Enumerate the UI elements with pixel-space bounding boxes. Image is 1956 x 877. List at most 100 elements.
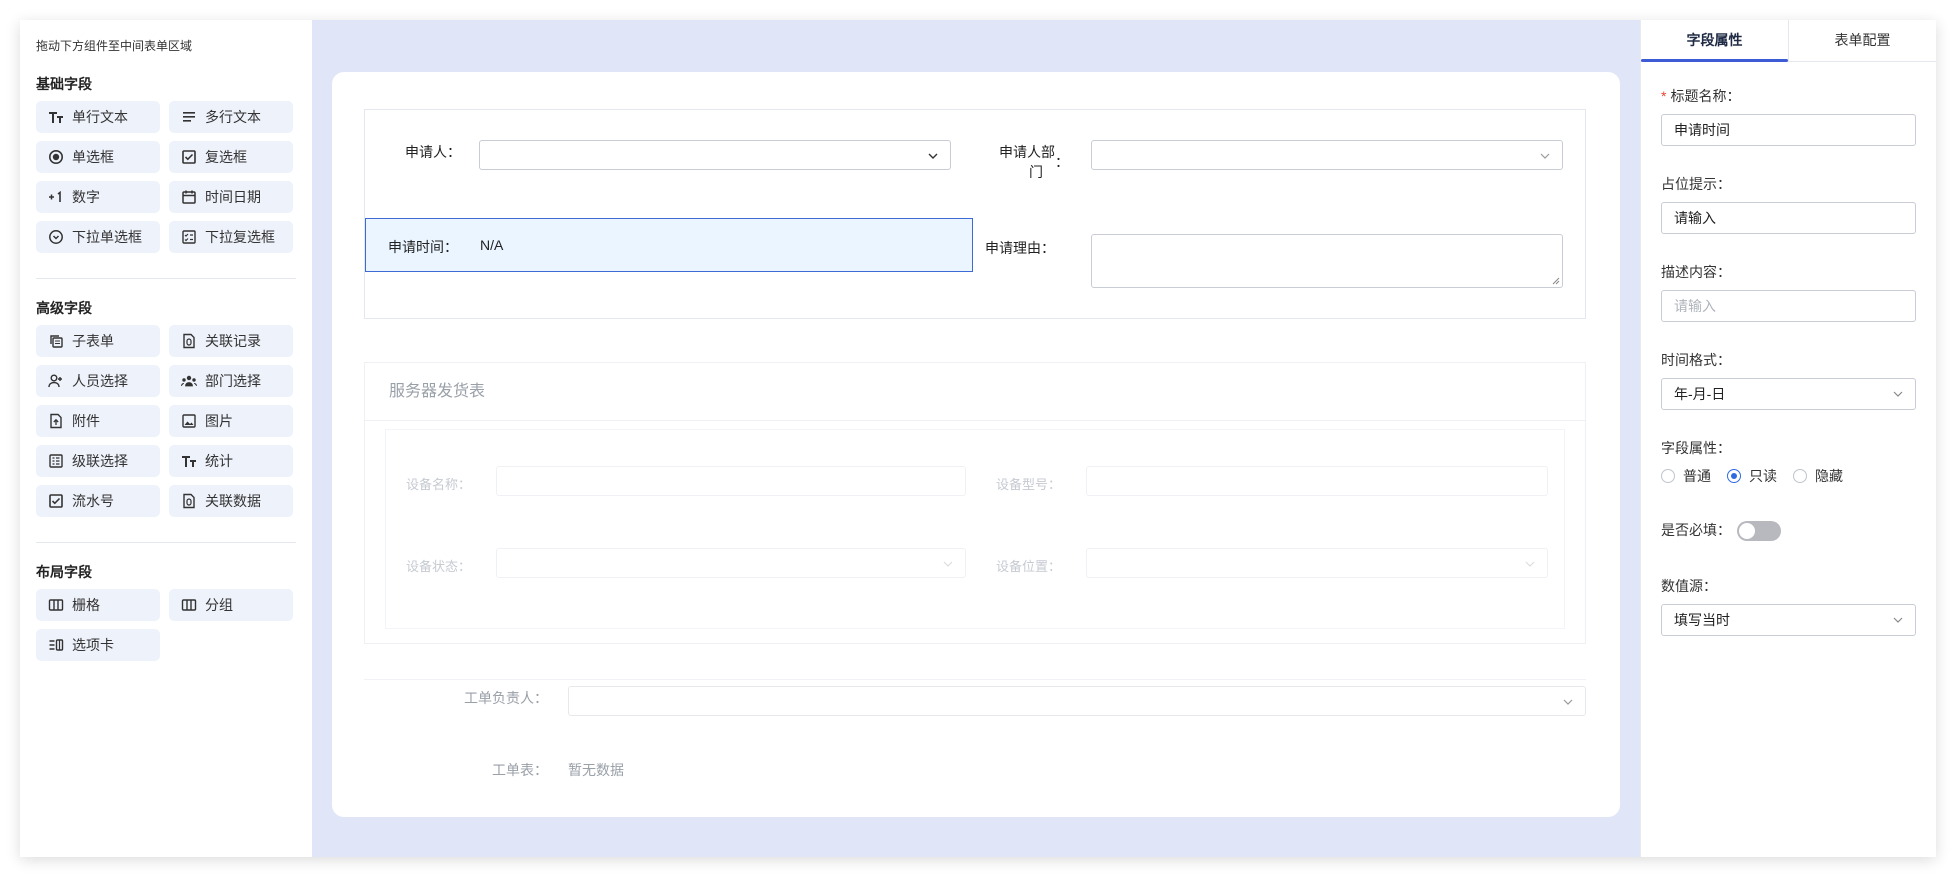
palette-hint: 拖动下方组件至中间表单区域 bbox=[36, 39, 193, 53]
palette-item-linked-record[interactable]: 关联记录 bbox=[169, 325, 293, 357]
device-location-select[interactable] bbox=[1086, 548, 1548, 578]
title-name-input[interactable]: 申请时间 bbox=[1661, 114, 1916, 146]
palette-item-dropdown-single[interactable]: 下拉单选框 bbox=[36, 221, 160, 253]
palette-item-radio[interactable]: 单选框 bbox=[36, 141, 160, 173]
palette-item-label: 单行文本 bbox=[72, 109, 128, 125]
palette-item-attachment[interactable]: 附件 bbox=[36, 405, 160, 437]
applicant-select[interactable] bbox=[479, 140, 951, 170]
placeholder-input[interactable]: 请输入 bbox=[1661, 202, 1916, 234]
palette-item-checkbox[interactable]: 复选框 bbox=[169, 141, 293, 173]
chevron-down-icon bbox=[1893, 391, 1903, 397]
basic-fields-grid: 单行文本 多行文本 单选框 复选框 数字 时间日期 下拉单选框 下拉复选框 bbox=[36, 101, 296, 253]
radio-label: 隐藏 bbox=[1815, 468, 1843, 484]
palette-item-linked-data[interactable]: 关联数据 bbox=[169, 485, 293, 517]
palette-item-label: 复选框 bbox=[205, 149, 247, 165]
value-source-label: 数值源： bbox=[1661, 578, 1717, 594]
required-asterisk: * bbox=[1661, 88, 1667, 104]
radio-dot-icon bbox=[48, 149, 64, 165]
palette-item-group[interactable]: 分组 bbox=[169, 589, 293, 621]
owner-select[interactable] bbox=[568, 686, 1586, 716]
description-input[interactable]: 请输入 bbox=[1661, 290, 1916, 322]
value-source-select[interactable]: 填写当时 bbox=[1661, 604, 1916, 636]
group-title-advanced: 高级字段 bbox=[36, 300, 92, 316]
value-source-value: 填写当时 bbox=[1674, 612, 1730, 628]
palette-item-label: 人员选择 bbox=[72, 373, 128, 389]
radio-normal[interactable]: 普通 bbox=[1661, 466, 1711, 486]
layout-fields-grid: 栅格 分组 选项卡 bbox=[36, 589, 296, 661]
radio-readonly[interactable]: 只读 bbox=[1727, 466, 1777, 486]
radio-hidden[interactable]: 隐藏 bbox=[1793, 466, 1843, 486]
subform-block[interactable]: 服务器发货表 设备名称： 设备型号： 设备状态： 设备位置： bbox=[364, 362, 1586, 644]
palette-item-label: 栅格 bbox=[72, 597, 100, 613]
device-name-input[interactable] bbox=[496, 466, 966, 496]
grid-row-block[interactable]: 申请人： 申请人部 门 ： 申请时间： N/A 申请理由： bbox=[364, 109, 1586, 319]
radio-circle bbox=[1793, 469, 1807, 483]
palette-item-label: 附件 bbox=[72, 413, 100, 429]
required-row: 是否必填： bbox=[1661, 520, 1916, 542]
department-label: 申请人部 门 bbox=[973, 142, 1055, 182]
palette-item-label: 级联选择 bbox=[72, 453, 128, 469]
advanced-fields-grid: 子表单 关联记录 人员选择 部门选择 附件 图片 级联选择 统计 流水号 关联数… bbox=[36, 325, 296, 517]
department-label-line: 申请人部 bbox=[999, 144, 1055, 160]
radio-label: 只读 bbox=[1749, 468, 1777, 484]
linked-doc-icon bbox=[181, 493, 197, 509]
palette-item-label: 流水号 bbox=[72, 493, 114, 509]
grid-columns-icon bbox=[181, 597, 197, 613]
palette-item-datetime[interactable]: 时间日期 bbox=[169, 181, 293, 213]
department-select[interactable] bbox=[1091, 140, 1563, 170]
palette-item-label: 选项卡 bbox=[72, 637, 114, 653]
radio-circle-checked bbox=[1727, 469, 1741, 483]
radio-circle bbox=[1661, 469, 1675, 483]
radio-label: 普通 bbox=[1683, 468, 1711, 484]
palette-item-number[interactable]: 数字 bbox=[36, 181, 160, 213]
required-toggle[interactable] bbox=[1736, 521, 1781, 542]
resize-handle-icon[interactable] bbox=[1552, 277, 1560, 285]
apply-time-field-selected[interactable]: 申请时间： N/A bbox=[365, 218, 973, 272]
empty-data-text: 暂无数据 bbox=[568, 762, 624, 778]
palette-item-multi-line-text[interactable]: 多行文本 bbox=[169, 101, 293, 133]
copy-stack-icon bbox=[48, 333, 64, 349]
tab-field-properties[interactable]: 字段属性 bbox=[1641, 20, 1788, 62]
description-label: 描述内容： bbox=[1661, 264, 1731, 280]
palette-item-statistics[interactable]: 统计 bbox=[169, 445, 293, 477]
reason-textarea[interactable] bbox=[1091, 234, 1563, 288]
palette-divider bbox=[36, 278, 296, 279]
applicant-label: 申请人： bbox=[405, 144, 461, 160]
palette-item-person-select[interactable]: 人员选择 bbox=[36, 365, 160, 397]
time-format-select[interactable]: 年-月-日 bbox=[1661, 378, 1916, 410]
palette-item-subform[interactable]: 子表单 bbox=[36, 325, 160, 357]
palette-item-label: 下拉单选框 bbox=[72, 229, 142, 245]
checkbox-checked-icon bbox=[181, 149, 197, 165]
palette-item-label: 多行文本 bbox=[205, 109, 261, 125]
palette-item-department-select[interactable]: 部门选择 bbox=[169, 365, 293, 397]
palette-item-label: 关联记录 bbox=[205, 333, 261, 349]
placeholder-label: 占位提示： bbox=[1661, 176, 1731, 192]
checklist-icon bbox=[181, 229, 197, 245]
device-status-label: 设备状态： bbox=[406, 559, 472, 574]
palette-item-tabs[interactable]: 选项卡 bbox=[36, 629, 160, 661]
subform-title: 服务器发货表 bbox=[365, 363, 1585, 421]
palette-item-label: 关联数据 bbox=[205, 493, 261, 509]
title-name-label: * 标题名称： bbox=[1661, 86, 1916, 106]
device-model-label: 设备型号： bbox=[996, 477, 1062, 492]
device-location-label: 设备位置： bbox=[996, 559, 1062, 574]
apply-time-label: 申请时间： bbox=[388, 239, 458, 255]
department-label-line: 门 bbox=[1029, 164, 1043, 180]
work-order-table-label: 工单表： bbox=[492, 762, 548, 778]
toggle-knob bbox=[1738, 523, 1755, 540]
palette-item-grid[interactable]: 栅格 bbox=[36, 589, 160, 621]
tab-form-config[interactable]: 表单配置 bbox=[1788, 20, 1936, 61]
palette-item-single-line-text[interactable]: 单行文本 bbox=[36, 101, 160, 133]
palette-item-dropdown-multi[interactable]: 下拉复选框 bbox=[169, 221, 293, 253]
palette-item-image[interactable]: 图片 bbox=[169, 405, 293, 437]
paragraph-lines-icon bbox=[181, 109, 197, 125]
device-status-select[interactable] bbox=[496, 548, 966, 578]
cascade-list-icon bbox=[48, 453, 64, 469]
palette-item-cascade-select[interactable]: 级联选择 bbox=[36, 445, 160, 477]
palette-item-serial-number[interactable]: 流水号 bbox=[36, 485, 160, 517]
apply-time-value: N/A bbox=[480, 237, 504, 253]
palette-item-label: 单选框 bbox=[72, 149, 114, 165]
dropdown-circle-icon bbox=[48, 229, 64, 245]
person-add-icon bbox=[48, 373, 64, 389]
device-model-input[interactable] bbox=[1086, 466, 1548, 496]
